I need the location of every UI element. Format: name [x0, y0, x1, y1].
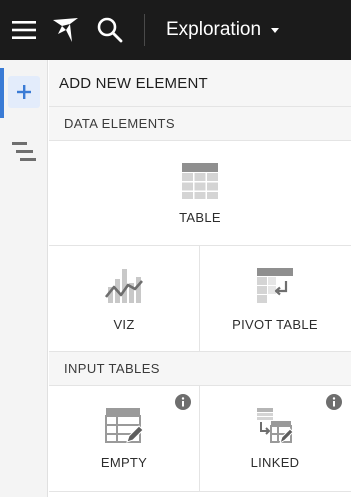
tile-row: VIZ PIVOT TABLE [49, 246, 351, 352]
rail-active-indicator [0, 68, 4, 118]
workbook-title: Exploration [166, 19, 262, 40]
section-header-input-tables: INPUT TABLES [49, 352, 351, 386]
viz-icon [105, 269, 143, 303]
top-bar: Exploration [0, 0, 351, 60]
table-icon [182, 163, 218, 199]
viz-tile-label: VIZ [113, 317, 135, 332]
outline-icon [12, 142, 36, 161]
empty-input-table-tile[interactable]: EMPTY [49, 386, 199, 491]
panel-title: ADD NEW ELEMENT [49, 60, 351, 107]
linked-input-table-tile[interactable]: LINKED [199, 386, 350, 491]
empty-tile-label: EMPTY [100, 455, 148, 470]
viz-tile[interactable]: VIZ [49, 246, 199, 351]
info-icon[interactable] [175, 394, 191, 410]
workbook-title-dropdown[interactable]: Exploration [166, 16, 280, 44]
pivot-table-tile-label: PIVOT TABLE [232, 317, 318, 332]
chevron-down-icon [271, 27, 280, 33]
section-header-data-elements: DATA ELEMENTS [49, 107, 351, 141]
add-element-button[interactable] [8, 76, 40, 108]
search-icon[interactable] [94, 14, 126, 46]
menu-icon[interactable] [8, 14, 40, 46]
tile-row: TABLE [49, 141, 351, 246]
outline-button[interactable] [8, 136, 40, 168]
left-rail [0, 60, 48, 497]
pivot-table-tile[interactable]: PIVOT TABLE [199, 246, 350, 351]
table-tile[interactable]: TABLE [49, 141, 351, 245]
pivot-table-icon [257, 268, 293, 303]
info-icon[interactable] [326, 394, 342, 410]
plus-icon [17, 85, 31, 99]
empty-table-icon [105, 408, 143, 443]
linked-table-icon [257, 408, 294, 445]
linked-tile-label: LINKED [250, 455, 300, 470]
tile-row: EMPTY LINKED [49, 386, 351, 492]
table-tile-label: TABLE [179, 210, 221, 225]
logo-icon[interactable] [50, 14, 82, 46]
topbar-divider [144, 14, 145, 46]
add-element-panel: ADD NEW ELEMENT DATA ELEMENTS TABLE VIZ … [49, 60, 351, 497]
